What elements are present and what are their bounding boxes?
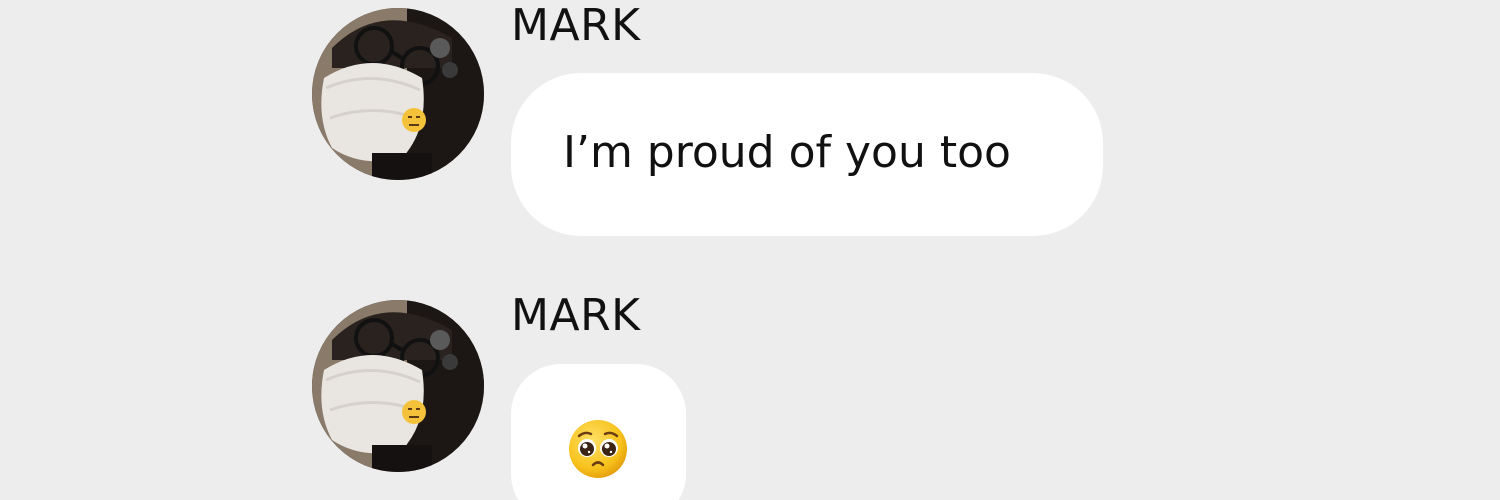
message-bubble[interactable]: I’m proud of you too <box>511 73 1103 236</box>
pleading-face-icon <box>569 420 627 478</box>
sender-name: MARK <box>511 290 641 341</box>
sticker-emoji-icon <box>402 108 426 132</box>
sender-avatar[interactable] <box>312 300 484 472</box>
sticker-emoji-icon <box>402 400 426 424</box>
sender-name: MARK <box>511 0 641 51</box>
chat-screen: MARK I’m proud of you too MARK <box>0 0 1500 500</box>
message-bubble[interactable] <box>511 364 686 500</box>
message-text: I’m proud of you too <box>563 127 1011 178</box>
avatar-photo <box>312 8 484 180</box>
sender-avatar[interactable] <box>312 8 484 180</box>
avatar-photo <box>312 300 484 472</box>
